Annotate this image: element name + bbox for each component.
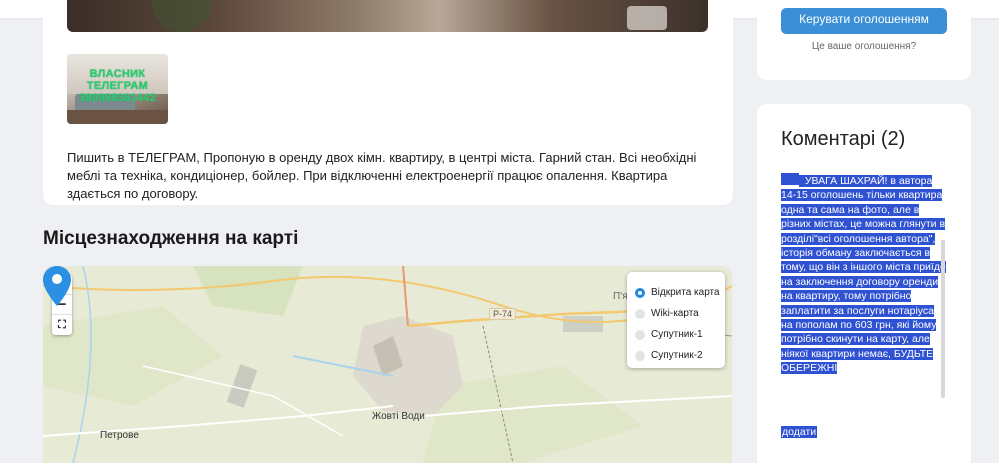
manage-listing-button[interactable]: Керувати оголошенням: [781, 8, 947, 34]
main-photo[interactable]: [67, 0, 708, 32]
layer-open-map[interactable]: Відкрита карта: [635, 282, 725, 303]
location-pin-icon[interactable]: [43, 266, 71, 306]
comment-scrollbar[interactable]: [941, 240, 945, 398]
radio-icon: [635, 350, 645, 361]
listing-card: ВЛАСНИК ТЕЛЕГРАМ 380988361442 Пишить в Т…: [43, 0, 733, 205]
comment-body: УВАГА ШАХРАЙ! в автора 14-15 оголошень т…: [781, 173, 947, 376]
photo-lamp: [627, 6, 667, 30]
layer-satellite-2[interactable]: Супутник-2: [635, 345, 725, 366]
comments-title: Коментарі (2): [781, 128, 906, 150]
add-comment-link[interactable]: додати: [781, 426, 818, 438]
radio-selected-icon: [635, 287, 645, 298]
location-map[interactable]: + − ⛶ Р-74 Жовті Води Петрове П'я Відкри…: [43, 266, 732, 463]
layer-wiki-map[interactable]: Wiki-карта: [635, 303, 725, 324]
road-label: Р-74: [489, 308, 517, 320]
photo-plant: [152, 0, 212, 32]
comments-card: Коментарі (2) УВАГА ШАХРАЙ! в автора 14-…: [757, 104, 971, 463]
owner-card: Керувати оголошенням Це ваше оголошення?: [757, 0, 971, 80]
comment-text: УВАГА ШАХРАЙ! в автора 14-15 оголошень т…: [781, 175, 946, 375]
radio-icon: [635, 329, 645, 340]
listing-description: Пишить в ТЕЛЕГРАМ, Пропоную в оренду дво…: [67, 150, 697, 201]
your-ad-link[interactable]: Це ваше оголошення?: [757, 41, 971, 52]
map-layer-switcher: Відкрита карта Wiki-карта Супутник-1 Суп…: [627, 272, 725, 368]
photo-thumbnail[interactable]: ВЛАСНИК ТЕЛЕГРАМ 380988361442: [67, 54, 168, 124]
edge-label: П'я: [613, 291, 628, 302]
city-label: Жовті Води: [372, 411, 425, 422]
map-section-title: Місцезнаходження на карті: [43, 228, 299, 249]
village-label: Петрове: [100, 430, 139, 441]
layer-satellite-1[interactable]: Супутник-1: [635, 324, 725, 345]
radio-icon: [635, 308, 645, 319]
thumbnail-watermark: ВЛАСНИК ТЕЛЕГРАМ 380988361442: [78, 68, 156, 104]
flag-icon: [781, 173, 799, 185]
fullscreen-icon[interactable]: ⛶: [52, 315, 72, 335]
